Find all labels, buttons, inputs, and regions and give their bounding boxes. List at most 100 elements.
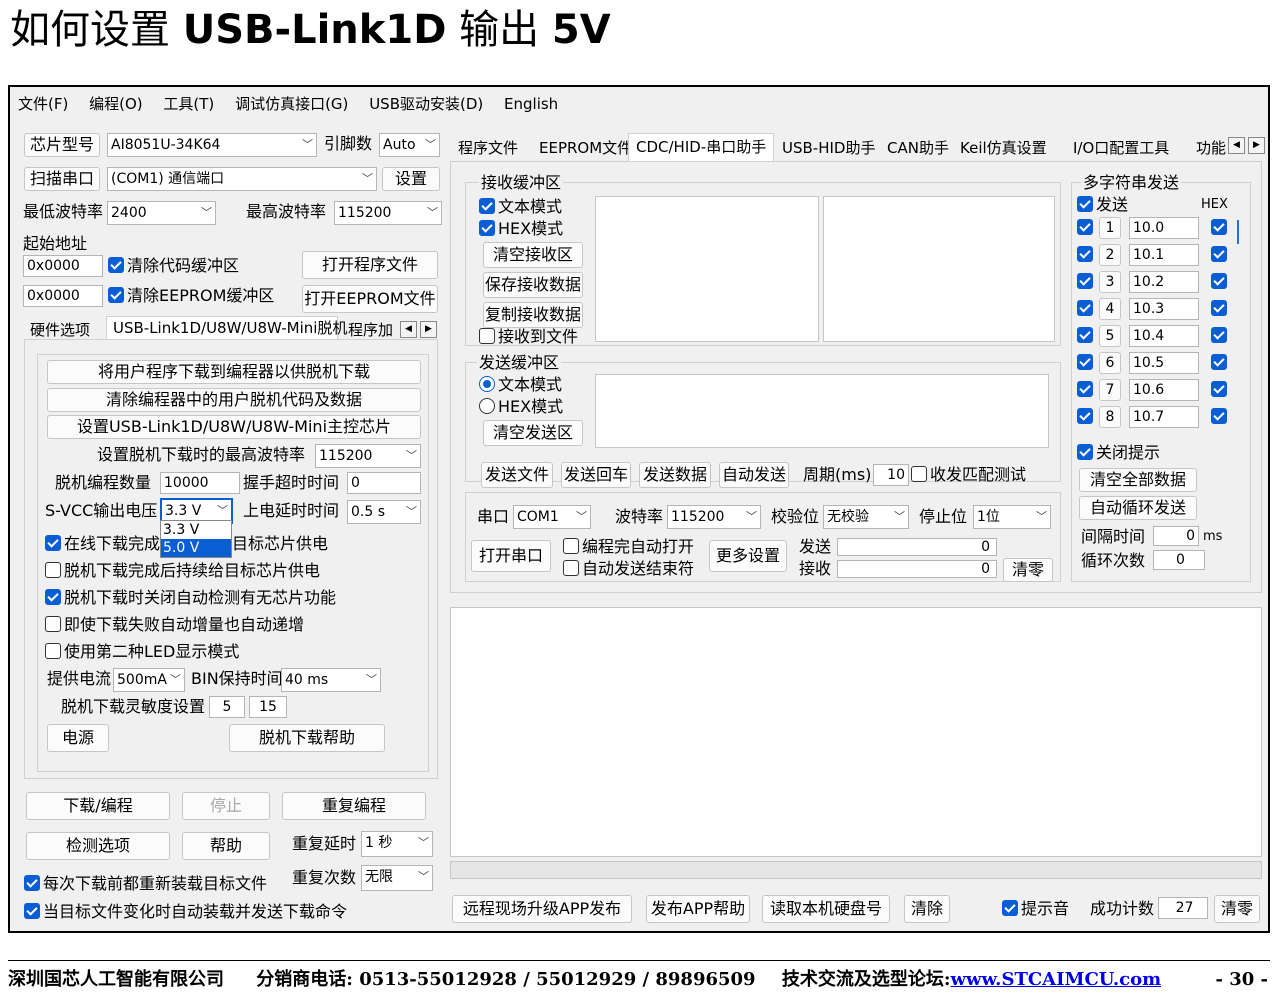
- auto-open-checkbox[interactable]: 编程完自动打开: [563, 536, 694, 558]
- auto-send-button[interactable]: 自动发送: [719, 462, 789, 488]
- svcc-option-3v3[interactable]: 3.3 V: [161, 521, 231, 539]
- output-log-area[interactable]: [450, 607, 1262, 857]
- hex-checkbox-icon[interactable]: [1211, 300, 1227, 316]
- tab-functions[interactable]: 功能: [1196, 137, 1226, 159]
- offline-max-baud-select[interactable]: 115200 ﹀: [315, 444, 421, 468]
- offline-help-button[interactable]: 脱机下载帮助: [229, 724, 385, 752]
- send-hex-mode-radio[interactable]: HEX模式: [479, 396, 563, 418]
- tab-cdc-hid-serial[interactable]: CDC/HID-串口助手: [628, 133, 775, 163]
- menu-file[interactable]: 文件(F): [18, 95, 68, 113]
- send-data-button[interactable]: 发送数据: [639, 462, 711, 488]
- tab-program-file[interactable]: 程序文件: [458, 137, 518, 159]
- hex-checkbox-icon[interactable]: [1211, 219, 1227, 235]
- clear-eeprom-checkbox[interactable]: 清除EEPROM缓冲区: [108, 285, 274, 307]
- check-options-button[interactable]: 检测选项: [26, 832, 170, 860]
- keep-power-checkbox[interactable]: 脱机下载完成后持续给目标芯片供电: [45, 560, 320, 582]
- close-tip-checkbox[interactable]: 关闭提示: [1077, 442, 1160, 464]
- checkbox-checked-icon[interactable]: [1077, 219, 1093, 235]
- remote-upgrade-button[interactable]: 远程现场升级APP发布: [452, 895, 632, 923]
- multi-send-index-button[interactable]: 5: [1099, 325, 1121, 347]
- power-button[interactable]: 电源: [47, 724, 109, 752]
- multi-string-input[interactable]: 10.4: [1129, 325, 1199, 347]
- multi-send-checkbox[interactable]: 发送: [1077, 194, 1128, 216]
- send-text-mode-radio[interactable]: 文本模式: [479, 374, 562, 396]
- auto-terminator-checkbox[interactable]: 自动发送结束符: [563, 558, 694, 580]
- power-delay-select[interactable]: 0.5 s ﹀: [347, 500, 421, 524]
- parity-select[interactable]: 无校验 ﹀: [823, 505, 909, 529]
- menu-tools[interactable]: 工具(T): [163, 95, 214, 113]
- clear-success-button[interactable]: 清零: [1214, 895, 1260, 923]
- open-program-button[interactable]: 打开程序文件: [302, 251, 438, 279]
- clear-all-data-button[interactable]: 清空全部数据: [1079, 468, 1197, 492]
- auto-increment-checkbox[interactable]: 即使下载失败自动增量也自动递增: [45, 614, 304, 636]
- menu-english[interactable]: English: [504, 95, 558, 113]
- download-program-button[interactable]: 下载/编程: [26, 792, 170, 820]
- clear-code-checkbox[interactable]: 清除代码缓冲区: [108, 255, 239, 277]
- multi-string-input[interactable]: 10.0: [1129, 217, 1199, 239]
- checkbox-checked-icon[interactable]: [1077, 381, 1093, 397]
- checkbox-checked-icon[interactable]: [1077, 408, 1093, 424]
- repeat-program-button[interactable]: 重复编程: [282, 792, 426, 820]
- hex-checkbox-icon[interactable]: [1211, 246, 1227, 262]
- open-port-button[interactable]: 打开串口: [471, 540, 551, 572]
- multi-send-index-button[interactable]: 7: [1099, 379, 1121, 401]
- receive-hex-area[interactable]: [823, 196, 1055, 342]
- baud-select[interactable]: 115200 ﹀: [667, 505, 761, 529]
- multi-string-input[interactable]: 10.2: [1129, 271, 1199, 293]
- save-receive-button[interactable]: 保存接收数据: [483, 272, 583, 298]
- tab-left-arrow-icon[interactable]: ◀: [1228, 137, 1245, 154]
- multi-string-input[interactable]: 10.5: [1129, 352, 1199, 374]
- multi-string-input[interactable]: 10.1: [1129, 244, 1199, 266]
- hex-checkbox-icon[interactable]: [1211, 327, 1227, 343]
- tab-usb-link-offline[interactable]: USB-Link1D/U8W/U8W-Mini脱机: [106, 316, 347, 339]
- tab-right-arrow-icon[interactable]: ▶: [420, 321, 437, 338]
- send-text-area[interactable]: [595, 374, 1049, 448]
- led-mode-checkbox[interactable]: 使用第二种LED显示模式: [45, 641, 239, 663]
- checkbox-checked-icon[interactable]: [1077, 354, 1093, 370]
- tab-usb-hid[interactable]: USB-HID助手: [782, 137, 875, 159]
- multi-send-index-button[interactable]: 3: [1099, 271, 1121, 293]
- bin-hold-select[interactable]: 40 ms ﹀: [281, 668, 381, 692]
- tab-eeprom-file[interactable]: EEPROM文件: [539, 137, 632, 159]
- tab-hardware-options[interactable]: 硬件选项: [30, 319, 90, 341]
- clear-counts-button[interactable]: 清零: [1003, 558, 1053, 582]
- copy-receive-button[interactable]: 复制接收数据: [483, 302, 583, 328]
- multi-string-input[interactable]: 10.7: [1129, 406, 1199, 428]
- repeat-count-select[interactable]: 无限 ﹀: [361, 865, 433, 891]
- reload-before-download-checkbox[interactable]: 每次下载前都重新装载目标文件: [24, 873, 267, 895]
- send-file-button[interactable]: 发送文件: [481, 462, 553, 488]
- sensitivity-input-1[interactable]: 5: [209, 696, 245, 718]
- code-address-input[interactable]: 0x0000: [23, 255, 103, 277]
- publish-help-button[interactable]: 发布APP帮助: [646, 895, 750, 923]
- scan-port-button[interactable]: 扫描串口: [24, 167, 100, 191]
- help-button[interactable]: 帮助: [182, 832, 270, 860]
- read-disk-id-button[interactable]: 读取本机硬盘号: [762, 895, 890, 923]
- supply-current-select[interactable]: 500mA ﹀: [113, 668, 185, 692]
- multi-send-index-button[interactable]: 6: [1099, 352, 1121, 374]
- offline-count-input[interactable]: 10000: [160, 472, 240, 494]
- multi-string-input[interactable]: 10.3: [1129, 298, 1199, 320]
- clear-button[interactable]: 清除: [904, 895, 950, 923]
- port-settings-button[interactable]: 设置: [382, 167, 440, 191]
- port-select[interactable]: (COM1) 通信端口 ﹀: [107, 167, 377, 191]
- tab-io-config[interactable]: I/O口配置工具: [1073, 137, 1169, 159]
- max-baud-select[interactable]: 115200 ﹀: [334, 201, 442, 225]
- tab-program-add[interactable]: 程序加: [348, 319, 398, 341]
- clear-offline-code-button[interactable]: 清除编程器中的用户脱机代码及数据: [47, 388, 421, 412]
- hex-checkbox-icon[interactable]: [1211, 381, 1227, 397]
- multi-send-index-button[interactable]: 1: [1099, 217, 1121, 239]
- clear-send-button[interactable]: 清空发送区: [483, 420, 583, 446]
- sensitivity-input-2[interactable]: 15: [249, 696, 287, 718]
- recv-hex-mode-checkbox[interactable]: HEX模式: [479, 218, 563, 240]
- download-to-programmer-button[interactable]: 将用户程序下载到编程器以供脱机下载: [47, 360, 421, 384]
- multi-send-index-button[interactable]: 4: [1099, 298, 1121, 320]
- menu-usb-driver[interactable]: USB驱动安装(D): [369, 95, 483, 113]
- period-input[interactable]: 10: [873, 464, 909, 486]
- footer-url[interactable]: www.STCAIMCU.com: [951, 969, 1162, 990]
- open-eeprom-button[interactable]: 打开EEPROM文件: [302, 285, 438, 313]
- svcc-option-5v[interactable]: 5.0 V: [161, 539, 231, 557]
- stop-button[interactable]: 停止: [182, 792, 270, 820]
- tip-sound-checkbox[interactable]: 提示音: [1002, 898, 1069, 920]
- auto-reload-checkbox[interactable]: 当目标文件变化时自动装载并发送下载命令: [24, 901, 347, 923]
- min-baud-select[interactable]: 2400 ﹀: [107, 201, 216, 225]
